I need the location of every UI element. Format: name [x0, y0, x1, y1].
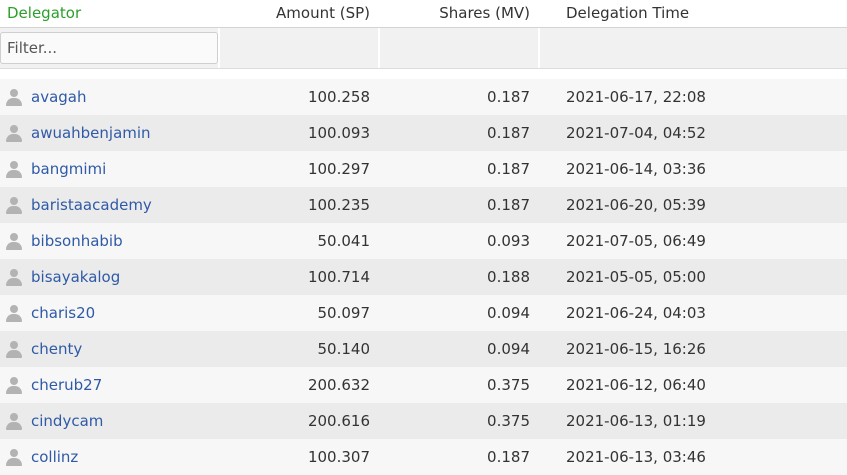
amount-cell: 100.093 [307, 124, 370, 142]
user-icon [6, 412, 22, 430]
table-row: cherub27 200.632 0.375 2021-06-12, 06:40 [0, 367, 847, 403]
shares-cell: 0.375 [487, 376, 530, 394]
amount-cell: 200.632 [307, 376, 370, 394]
table-row: awuahbenjamin 100.093 0.187 2021-07-04, … [0, 115, 847, 151]
amount-cell: 50.041 [317, 232, 371, 250]
table-header: Delegator Amount (SP) Shares (MV) Delega… [0, 0, 847, 28]
delegator-cell: chenty [0, 331, 220, 367]
delegator-link[interactable]: baristaacademy [31, 187, 152, 223]
shares-cell: 0.093 [487, 232, 530, 250]
time-cell: 2021-07-04, 04:52 [566, 124, 706, 142]
filter-cell-delegator [0, 28, 220, 68]
amount-cell: 100.258 [307, 88, 370, 106]
user-icon [6, 196, 22, 214]
delegator-cell: baristaacademy [0, 187, 220, 223]
table-row: bisayakalog 100.714 0.188 2021-05-05, 05… [0, 259, 847, 295]
time-cell: 2021-06-14, 03:36 [566, 160, 706, 178]
delegator-cell: cindycam [0, 403, 220, 439]
delegator-link[interactable]: bangmimi [31, 151, 106, 187]
delegator-link[interactable]: bisayakalog [31, 259, 120, 295]
delegator-link[interactable]: cherub27 [31, 367, 102, 403]
table-row: chenty 50.140 0.094 2021-06-15, 16:26 [0, 331, 847, 367]
delegator-cell: avagah [0, 79, 220, 115]
table-row: bangmimi 100.297 0.187 2021-06-14, 03:36 [0, 151, 847, 187]
user-icon [6, 304, 22, 322]
table-row: charis20 50.097 0.094 2021-06-24, 04:03 [0, 295, 847, 331]
shares-cell: 0.187 [487, 448, 530, 466]
filter-input[interactable] [0, 32, 218, 64]
delegator-cell: cherub27 [0, 367, 220, 403]
table-row: avagah 100.258 0.187 2021-06-17, 22:08 [0, 79, 847, 115]
table-row: cindycam 200.616 0.375 2021-06-13, 01:19 [0, 403, 847, 439]
amount-cell: 200.616 [307, 412, 370, 430]
delegator-link[interactable]: cindycam [31, 403, 103, 439]
delegator-link[interactable]: collinz [31, 439, 78, 475]
column-header-amount[interactable]: Amount (SP) [220, 0, 380, 27]
shares-cell: 0.187 [487, 88, 530, 106]
delegator-cell: charis20 [0, 295, 220, 331]
time-cell: 2021-06-13, 03:46 [566, 448, 706, 466]
shares-cell: 0.187 [487, 196, 530, 214]
table-row: baristaacademy 100.235 0.187 2021-06-20,… [0, 187, 847, 223]
shares-cell: 0.187 [487, 160, 530, 178]
user-icon [6, 340, 22, 358]
delegator-cell: bangmimi [0, 151, 220, 187]
table-row: bibsonhabib 50.041 0.093 2021-07-05, 06:… [0, 223, 847, 259]
filter-cell-amount [220, 28, 380, 68]
user-icon [6, 88, 22, 106]
delegator-link[interactable]: awuahbenjamin [31, 115, 151, 151]
time-cell: 2021-06-13, 01:19 [566, 412, 706, 430]
delegator-cell: bibsonhabib [0, 223, 220, 259]
spacer [0, 69, 847, 79]
amount-cell: 100.297 [307, 160, 370, 178]
time-cell: 2021-06-17, 22:08 [566, 88, 706, 106]
column-header-shares[interactable]: Shares (MV) [380, 0, 540, 27]
delegator-cell: bisayakalog [0, 259, 220, 295]
user-icon [6, 124, 22, 142]
delegations-table: Delegator Amount (SP) Shares (MV) Delega… [0, 0, 847, 475]
time-cell: 2021-06-24, 04:03 [566, 304, 706, 322]
amount-cell: 100.235 [307, 196, 370, 214]
filter-cell-shares [380, 28, 540, 68]
delegator-link[interactable]: chenty [31, 331, 82, 367]
amount-cell: 50.097 [317, 304, 371, 322]
user-icon [6, 268, 22, 286]
shares-cell: 0.187 [487, 124, 530, 142]
filter-row [0, 28, 847, 69]
table-row: collinz 100.307 0.187 2021-06-13, 03:46 [0, 439, 847, 475]
amount-cell: 50.140 [317, 340, 371, 358]
user-icon [6, 376, 22, 394]
time-cell: 2021-07-05, 06:49 [566, 232, 706, 250]
delegator-cell: collinz [0, 439, 220, 475]
delegator-cell: awuahbenjamin [0, 115, 220, 151]
shares-cell: 0.094 [487, 340, 530, 358]
delegator-link[interactable]: charis20 [31, 295, 95, 331]
column-header-delegator[interactable]: Delegator [0, 0, 220, 27]
table-body: avagah 100.258 0.187 2021-06-17, 22:08 a… [0, 79, 847, 475]
user-icon [6, 232, 22, 250]
filter-cell-time [540, 28, 847, 68]
column-header-time[interactable]: Delegation Time [540, 0, 847, 27]
time-cell: 2021-06-12, 06:40 [566, 376, 706, 394]
amount-cell: 100.307 [307, 448, 370, 466]
time-cell: 2021-06-15, 16:26 [566, 340, 706, 358]
shares-cell: 0.094 [487, 304, 530, 322]
shares-cell: 0.188 [487, 268, 530, 286]
shares-cell: 0.375 [487, 412, 530, 430]
delegator-link[interactable]: bibsonhabib [31, 223, 123, 259]
user-icon [6, 160, 22, 178]
time-cell: 2021-05-05, 05:00 [566, 268, 706, 286]
time-cell: 2021-06-20, 05:39 [566, 196, 706, 214]
delegator-link[interactable]: avagah [31, 79, 86, 115]
amount-cell: 100.714 [307, 268, 370, 286]
